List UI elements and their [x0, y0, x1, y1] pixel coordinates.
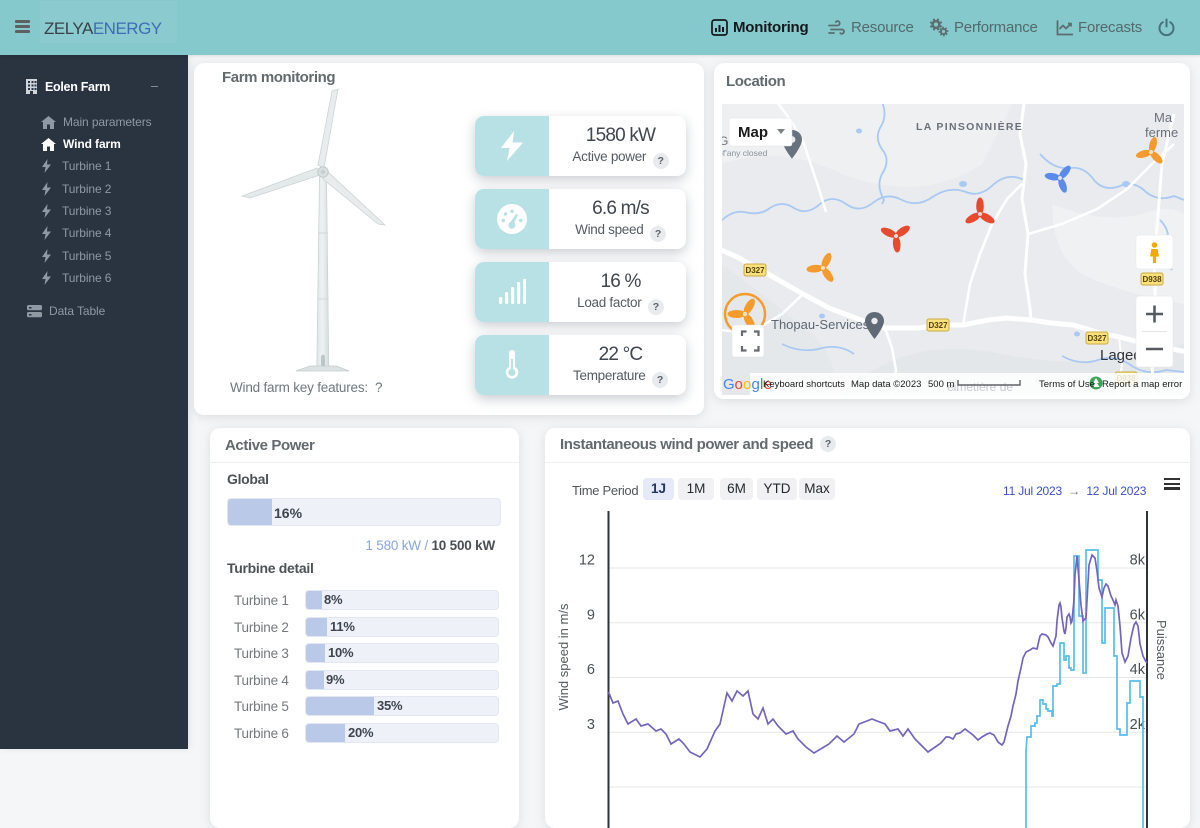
svg-text:Report a map error: Report a map error	[1102, 379, 1182, 390]
svg-text:Map: Map	[738, 124, 768, 141]
svg-text:LA PINSONNIÈRE: LA PINSONNIÈRE	[916, 120, 1023, 133]
svg-text:G: G	[723, 376, 735, 393]
svg-text:D327: D327	[745, 266, 765, 275]
svg-text:Thopau-Services: Thopau-Services	[771, 317, 870, 332]
svg-text:Ma: Ma	[1154, 110, 1173, 125]
svg-text:g: g	[752, 376, 760, 393]
svg-text:4k: 4k	[1130, 662, 1146, 678]
svg-text:of'any closed: of'any closed	[722, 148, 768, 158]
svg-text:Wind speed in m/s: Wind speed in m/s	[556, 603, 571, 710]
svg-text:500 m: 500 m	[928, 379, 954, 390]
svg-text:6k: 6k	[1130, 607, 1146, 623]
svg-text:8k: 8k	[1130, 553, 1146, 569]
svg-text:3: 3	[587, 717, 595, 733]
svg-text:9: 9	[587, 607, 595, 623]
svg-text:D327: D327	[928, 321, 948, 330]
svg-text:D327: D327	[1087, 334, 1107, 343]
svg-text:Keyboard shortcuts: Keyboard shortcuts	[763, 379, 845, 390]
svg-text:12: 12	[579, 553, 595, 569]
svg-text:D938: D938	[1142, 275, 1162, 284]
svg-text:eimetière de: eimetière de	[947, 380, 1013, 394]
svg-text:Terms of Use: Terms of Use	[1039, 379, 1095, 390]
svg-text:o: o	[743, 376, 751, 393]
svg-text:Map data ©2023: Map data ©2023	[851, 379, 921, 390]
svg-text:6: 6	[587, 662, 595, 678]
svg-text:o: o	[735, 376, 743, 393]
svg-text:ferme: ferme	[1145, 125, 1178, 140]
svg-text:Puissance: Puissance	[1154, 620, 1169, 680]
